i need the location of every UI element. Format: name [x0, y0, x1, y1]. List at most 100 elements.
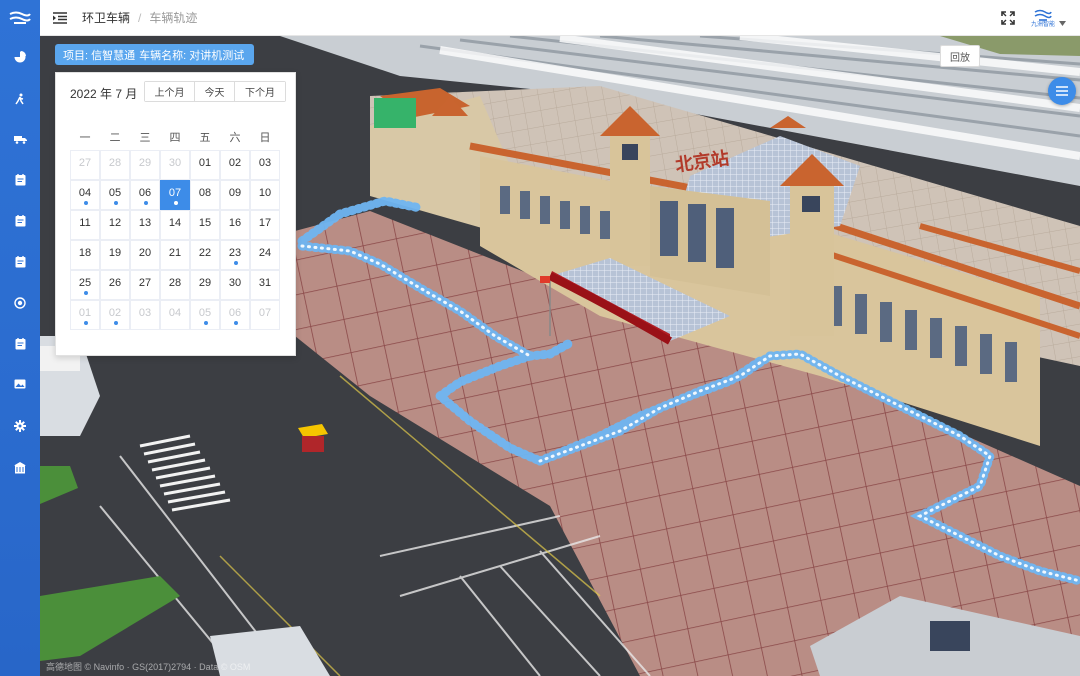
calendar-day-number: 30 — [168, 157, 182, 169]
date-calendar: 2022 年 7 月 上个月 今天 下个月 一 二 三 四 五 六 日 27 28 29 30 01… — [55, 72, 296, 356]
calendar-day[interactable]: 25 — [70, 270, 100, 300]
brand-label: 九洲智能 — [1030, 21, 1055, 28]
calendar-day[interactable]: 04 — [70, 180, 100, 210]
calendar-day[interactable]: 03 — [250, 150, 280, 180]
calendar-day[interactable]: 07 — [250, 300, 280, 330]
app-logo[interactable] — [0, 0, 40, 36]
sidebar-item-reports-3[interactable] — [0, 248, 40, 276]
calendar-day-number: 29 — [198, 277, 212, 289]
prev-month-button[interactable]: 上个月 — [145, 82, 195, 101]
calendar-day[interactable]: 19 — [100, 240, 130, 270]
calendar-day[interactable]: 16 — [220, 210, 250, 240]
calendar-day[interactable]: 05 — [100, 180, 130, 210]
sidebar-item-personnel[interactable] — [0, 85, 40, 113]
calendar-day-number: 09 — [228, 187, 242, 199]
calendar-day[interactable]: 01 — [70, 300, 100, 330]
calendar-day-number: 04 — [78, 187, 92, 199]
floating-menu-button[interactable] — [1048, 77, 1076, 105]
calendar-day[interactable]: 06 — [220, 300, 250, 330]
weekday-header: 三 — [139, 132, 151, 144]
calendar-day-number: 16 — [228, 217, 242, 229]
calendar-day[interactable]: 01 — [190, 150, 220, 180]
calendar-day[interactable]: 06 — [130, 180, 160, 210]
calendar-day[interactable]: 10 — [250, 180, 280, 210]
calendar-day[interactable]: 28 — [100, 150, 130, 180]
pie-chart-icon — [14, 51, 26, 63]
sidebar-item-reports-2[interactable] — [0, 207, 40, 235]
sidebar-item-reports-1[interactable] — [0, 166, 40, 194]
calendar-day-number: 08 — [198, 187, 212, 199]
track-record-dot — [234, 261, 238, 265]
calendar-day[interactable]: 29 — [190, 270, 220, 300]
calendar-day[interactable]: 13 — [130, 210, 160, 240]
calendar-day[interactable]: 30 — [160, 150, 190, 180]
calendar-day[interactable]: 05 — [190, 300, 220, 330]
track-record-dot — [114, 201, 118, 205]
calendar-day[interactable]: 31 — [250, 270, 280, 300]
vehicle-name-label: 车辆名称: 对讲机测试 — [139, 49, 245, 62]
calendar-day-number: 10 — [258, 187, 272, 199]
calendar-day[interactable]: 28 — [160, 270, 190, 300]
logo-icon — [9, 11, 31, 24]
calendar-day-number: 02 — [108, 307, 122, 319]
calendar-day-number: 17 — [258, 217, 272, 229]
calendar-day[interactable]: 24 — [250, 240, 280, 270]
next-month-button[interactable]: 下个月 — [235, 82, 285, 101]
calendar-day[interactable]: 02 — [100, 300, 130, 330]
calendar-day[interactable]: 29 — [130, 150, 160, 180]
calendar-day[interactable]: 18 — [70, 240, 100, 270]
weekday-header: 六 — [229, 132, 241, 144]
brand-logo-icon — [1034, 9, 1052, 21]
calendar-day-number: 28 — [108, 157, 122, 169]
calendar-day[interactable]: 26 — [100, 270, 130, 300]
sidebar-item-images[interactable] — [0, 370, 40, 398]
calendar-day[interactable]: 17 — [250, 210, 280, 240]
calendar-day-number: 11 — [79, 217, 91, 229]
calendar-day[interactable]: 12 — [100, 210, 130, 240]
calendar-day[interactable]: 30 — [220, 270, 250, 300]
calendar-day[interactable]: 21 — [160, 240, 190, 270]
calendar-day[interactable]: 08 — [190, 180, 220, 210]
calendar-day-number: 19 — [108, 247, 122, 259]
menu-toggle-button[interactable] — [50, 8, 70, 28]
sidebar-item-reports-4[interactable] — [0, 330, 40, 358]
replay-button[interactable]: 回放 — [940, 45, 980, 67]
calendar-title: 2022 年 7 月 — [70, 87, 138, 101]
calendar-day[interactable]: 03 — [130, 300, 160, 330]
track-record-dot — [204, 321, 208, 325]
sidebar-item-monitor[interactable] — [0, 289, 40, 317]
track-record-dot — [174, 201, 178, 205]
calendar-day-number: 12 — [108, 217, 122, 229]
calendar-day-number: 01 — [78, 307, 92, 319]
calendar-day[interactable]: 20 — [130, 240, 160, 270]
calendar-day-selected[interactable]: 07 — [160, 180, 190, 210]
calendar-nav: 上个月 今天 下个月 — [144, 81, 286, 102]
calendar-day-number: 06 — [228, 307, 242, 319]
sidebar-item-dashboard[interactable] — [0, 43, 40, 71]
building-icon — [14, 462, 26, 474]
brand-menu[interactable]: 九洲智能 — [1031, 9, 1055, 28]
calendar-day[interactable]: 04 — [160, 300, 190, 330]
calendar-day-number: 07 — [168, 187, 182, 199]
today-button[interactable]: 今天 — [195, 82, 235, 101]
calendar-day[interactable]: 11 — [70, 210, 100, 240]
calendar-day[interactable]: 14 — [160, 210, 190, 240]
calendar-day[interactable]: 15 — [190, 210, 220, 240]
calendar-day-number: 05 — [198, 307, 212, 319]
calendar-day-number: 05 — [108, 187, 122, 199]
calendar-day[interactable]: 23 — [220, 240, 250, 270]
breadcrumb-item-track: 车辆轨迹 — [149, 11, 198, 25]
sidebar-item-settings[interactable] — [0, 412, 40, 440]
calendar-day[interactable]: 22 — [190, 240, 220, 270]
breadcrumb-item-vehicles[interactable]: 环卫车辆 — [82, 9, 130, 26]
calendar-day[interactable]: 27 — [70, 150, 100, 180]
calendar-day[interactable]: 09 — [220, 180, 250, 210]
sidebar-item-facilities[interactable] — [0, 454, 40, 482]
track-record-dot — [84, 321, 88, 325]
calendar-day-number: 15 — [198, 217, 212, 229]
calendar-day[interactable]: 02 — [220, 150, 250, 180]
sidebar-item-vehicles[interactable] — [0, 125, 40, 153]
fullscreen-icon[interactable] — [1001, 11, 1015, 25]
caret-down-icon[interactable] — [1059, 20, 1066, 26]
calendar-day[interactable]: 27 — [130, 270, 160, 300]
